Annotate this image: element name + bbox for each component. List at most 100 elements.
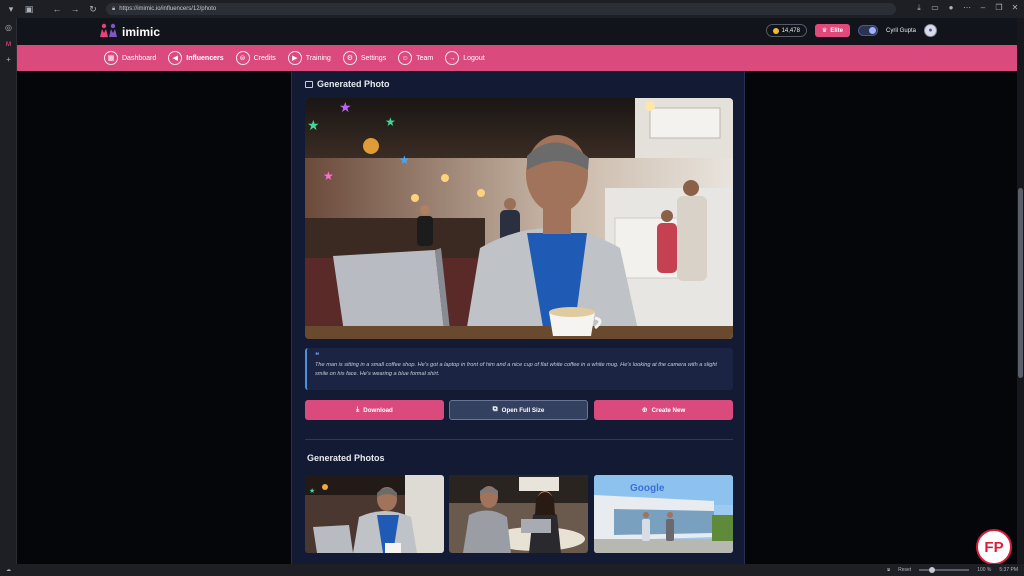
image-icon [305, 80, 313, 88]
nav-label: Settings [360, 54, 387, 62]
plus-circle-icon: ⊕ [641, 407, 648, 414]
reset-zoom[interactable]: Reset [898, 567, 911, 573]
megaphone-icon: ◀ [168, 51, 183, 65]
panel-icon[interactable]: ◎ [3, 23, 14, 34]
gallery-thumb[interactable]: ★ [305, 475, 444, 553]
screenshot-icon[interactable]: ⧈ [887, 567, 890, 573]
nav-item-team[interactable]: ☺ Team [398, 51, 433, 65]
nav-item-settings[interactable]: ⚙ Settings [342, 51, 387, 65]
download-button[interactable]: ⤓ Download [305, 400, 444, 420]
page-scrollbar[interactable] [1017, 18, 1024, 564]
svg-text:★: ★ [307, 117, 320, 133]
plan-label: Elite [830, 27, 843, 34]
svg-text:★: ★ [385, 115, 396, 129]
brand-badge-icon: FP [984, 538, 1004, 556]
google-sign: Google [630, 483, 665, 494]
credits-badge[interactable]: 14,478 [765, 24, 807, 37]
restore-icon[interactable]: ❐ [994, 3, 1004, 13]
nav-label: Training [305, 54, 331, 62]
url-text: https://imimic.io/influencers/12/photo [119, 6, 217, 12]
scroll-thumb[interactable] [1018, 188, 1023, 378]
nav-label: Influencers [186, 54, 224, 62]
cloud-icon: ☁ [6, 567, 11, 573]
minimize-icon[interactable]: – [978, 3, 988, 13]
photo-card: Generated Photo ★ ★ ★ ★ ★ ❝ The man is s… [291, 71, 745, 564]
create-new-button[interactable]: ⊕ Create New [594, 400, 733, 420]
nav-item-logout[interactable]: → Logout [445, 51, 485, 65]
section-title: Generated Photo [305, 79, 390, 89]
external-link-icon: ⧉ [492, 406, 498, 413]
left-gutter [17, 71, 291, 564]
brand-logo[interactable]: imimic [99, 23, 160, 40]
theme-toggle[interactable] [857, 25, 878, 36]
browser-menu-icon[interactable]: ▾ [4, 2, 18, 16]
svg-text:★: ★ [323, 169, 334, 183]
main-nav: ▦ Dashboard ◀ Influencers ⊜ Credits ▶ Tr… [17, 45, 1017, 71]
section-divider [305, 439, 733, 440]
gear-icon: ⚙ [342, 51, 357, 65]
nav-item-training[interactable]: ▶ Training [287, 51, 331, 65]
clock: 5:37 PM [999, 567, 1018, 573]
browser-status-bar: ☁ ⧈ Reset 100 % 5:37 PM [0, 564, 1024, 576]
plan-badge[interactable]: ♛ Elite [814, 24, 850, 37]
thumb-illustration [449, 475, 588, 553]
floating-brand-button[interactable]: FP [976, 529, 1012, 565]
browser-window-controls: ⤓ ▭ ● ⋯ – ❐ ✕ [914, 3, 1020, 13]
section-title-text: Generated Photo [317, 79, 390, 89]
profile-icon[interactable]: ● [946, 3, 956, 13]
nav-item-dashboard[interactable]: ▦ Dashboard [104, 51, 156, 65]
logout-icon: → [445, 51, 460, 65]
caption-text: The man is sitting in a small coffee sho… [315, 362, 717, 377]
header-actions: 14,478 ♛ Elite Cyril Gupta ● [765, 24, 937, 37]
more-icon[interactable]: ⋯ [962, 3, 972, 13]
reload-icon[interactable]: ↻ [86, 2, 100, 16]
svg-text:★: ★ [339, 99, 352, 115]
avatar[interactable]: ● [924, 24, 937, 37]
address-bar[interactable]: 🔒︎ https://imimic.io/influencers/12/phot… [106, 3, 896, 15]
gallery-thumb[interactable]: Google [594, 475, 733, 553]
crown-icon: ♛ [821, 28, 828, 34]
nav-label: Team [416, 54, 434, 62]
lock-icon: 🔒︎ [112, 5, 116, 12]
app-icon[interactable]: ᴍ [3, 39, 14, 50]
add-icon[interactable]: + [3, 55, 14, 66]
close-icon[interactable]: ✕ [1010, 3, 1020, 13]
download-icon[interactable]: ⤓ [914, 3, 924, 13]
sidebar-toggle-icon[interactable]: ▣ [22, 2, 36, 16]
nav-label: Logout [463, 54, 485, 62]
logo-mark-icon [99, 23, 119, 40]
create-new-label: Create New [651, 406, 686, 414]
open-full-label: Open Full Size [501, 406, 545, 414]
download-icon: ⤓ [356, 406, 360, 413]
gallery-thumb[interactable] [449, 475, 588, 553]
zoom-slider[interactable] [919, 567, 970, 573]
app-window: imimic 14,478 ♛ Elite Cyril Gupta ● ▦ Da… [17, 18, 1017, 564]
back-icon[interactable]: ← [50, 2, 64, 16]
zoom-knob[interactable] [929, 567, 936, 573]
user-name: Cyril Gupta [885, 27, 916, 34]
status-right: ⧈ Reset 100 % 5:37 PM [887, 567, 1018, 573]
gallery-title: Generated Photos [307, 453, 385, 463]
grid-icon: ▦ [104, 51, 118, 65]
thumb-illustration: ★ [305, 475, 444, 553]
browser-side-panel: ◎ ᴍ + [0, 18, 17, 564]
user-icon: ● [928, 27, 933, 34]
nav-label: Dashboard [122, 54, 157, 62]
nav-item-influencers[interactable]: ◀ Influencers [168, 51, 224, 65]
prompt-caption: ❝ The man is sitting in a small coffee s… [305, 348, 733, 390]
nav-label: Credits [253, 54, 276, 62]
brand-name: imimic [122, 24, 161, 39]
generated-photo[interactable]: ★ ★ ★ ★ ★ [305, 98, 733, 339]
app-header: imimic 14,478 ♛ Elite Cyril Gupta ● [17, 18, 1017, 45]
open-full-size-button[interactable]: ⧉ Open Full Size [449, 400, 588, 420]
coins-icon: ⊜ [235, 51, 250, 65]
zoom-level: 100 % [977, 567, 992, 573]
credits-count: 14,478 [781, 27, 800, 34]
extensions-icon[interactable]: ▭ [930, 3, 940, 13]
forward-icon[interactable]: → [68, 2, 82, 16]
team-icon: ☺ [398, 51, 413, 65]
browser-toolbar: ▾ ▣ ← → ↻ ◈ 🔒︎ https://imimic.io/influen… [0, 0, 1024, 18]
photo-illustration: ★ ★ ★ ★ ★ [305, 98, 733, 339]
svg-text:★: ★ [399, 153, 410, 167]
nav-item-credits[interactable]: ⊜ Credits [235, 51, 276, 65]
